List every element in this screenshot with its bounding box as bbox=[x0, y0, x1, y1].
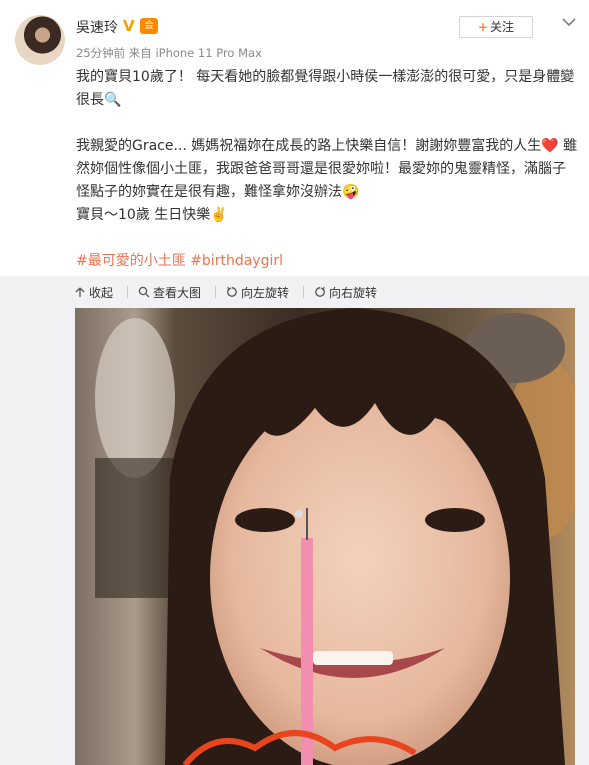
post-body: 我的寶貝10歲了！ 每天看她的臉都覺得跟小時侯一樣澎澎的很可愛，只是身體變 很長… bbox=[76, 66, 581, 273]
collapse-icon bbox=[75, 287, 85, 297]
heart-emoji-icon: ❤️ bbox=[541, 138, 559, 154]
media-toolbar: 收起 查看大图 向左旋转 向右旋转 bbox=[74, 284, 391, 300]
magnifier-emoji-icon: 🔍 bbox=[104, 92, 122, 108]
rotate-left-icon bbox=[227, 286, 237, 297]
collapse-button[interactable]: 收起 bbox=[74, 284, 113, 301]
hashtag-link[interactable]: #最可愛的小土匪 bbox=[76, 253, 186, 269]
rotate-right-button[interactable]: 向右旋转 bbox=[314, 284, 377, 301]
follow-label: 关注 bbox=[490, 20, 515, 34]
post-meta: 25分钟前 来自 iPhone 11 Pro Max bbox=[76, 46, 262, 60]
search-icon bbox=[138, 286, 150, 298]
post-line: 我親愛的Grace... 媽媽祝福妳在成長的路上快樂自信！謝謝妳豐富我的人生❤️… bbox=[76, 138, 578, 154]
chevron-down-icon[interactable] bbox=[559, 12, 579, 32]
birthday-girl-photo bbox=[95, 308, 575, 765]
follow-button[interactable]: + 关注 bbox=[459, 16, 533, 38]
hashtag-link[interactable]: #birthdaygirl bbox=[190, 253, 283, 269]
avatar[interactable] bbox=[15, 15, 65, 65]
verified-icon: V bbox=[123, 17, 135, 35]
view-large-button[interactable]: 查看大图 bbox=[138, 284, 201, 301]
plus-icon: + bbox=[477, 20, 489, 34]
toolbar-divider bbox=[127, 286, 129, 298]
rotate-left-button[interactable]: 向左旋转 bbox=[226, 284, 289, 301]
post-line: 很長🔍 bbox=[76, 92, 122, 108]
post-line: 怪點子的妳實在是很有趣，難怪拿妳沒辦法🤪 bbox=[76, 184, 360, 200]
toolbar-divider bbox=[215, 286, 217, 298]
victory-hand-emoji-icon: ✌️ bbox=[210, 207, 228, 223]
zany-face-emoji-icon: 🤪 bbox=[342, 184, 360, 200]
post-photo[interactable] bbox=[75, 308, 575, 765]
post-line: 寶貝～10歲 生日快樂✌️ bbox=[76, 207, 228, 223]
post-line: 我的寶貝10歲了！ 每天看她的臉都覺得跟小時侯一樣澎澎的很可愛，只是身體變 bbox=[76, 69, 575, 85]
member-badge-icon: 会 bbox=[140, 18, 158, 34]
post-line: 然妳個性像個小土匪，我跟爸爸哥哥還是很愛妳啦！最愛妳的鬼靈精怪，滿腦子 bbox=[76, 161, 566, 177]
rotate-right-icon bbox=[315, 286, 326, 297]
toolbar-divider bbox=[303, 286, 305, 298]
hashtag-line: #最可愛的小土匪 #birthdaygirl bbox=[76, 250, 581, 273]
username[interactable]: 吳速玲 bbox=[76, 17, 118, 37]
